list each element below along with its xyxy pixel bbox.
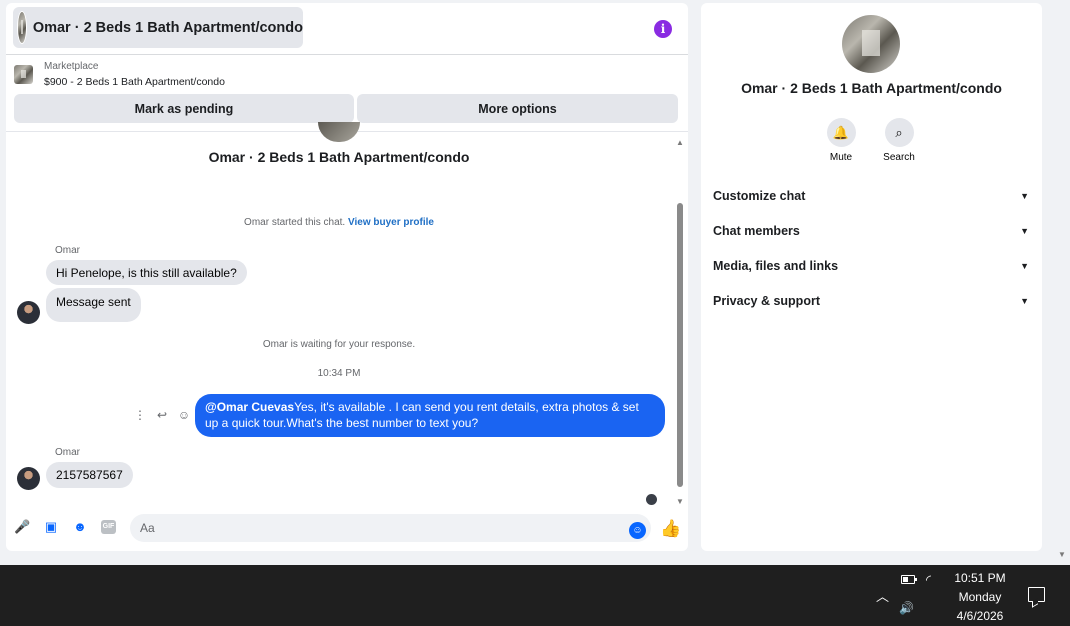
listing-source: Marketplace xyxy=(44,61,99,72)
chevron-down-icon: ▼ xyxy=(1020,226,1029,236)
gif-icon[interactable]: GIF xyxy=(101,520,116,534)
clock-time: 10:51 PM xyxy=(954,571,1006,585)
page-scroll-down-icon[interactable]: ▼ xyxy=(1057,550,1067,560)
section-label: Customize chat xyxy=(713,189,806,203)
scroll-down-icon[interactable]: ▼ xyxy=(675,498,685,506)
clock-day: Monday xyxy=(958,590,1002,604)
scrollbar-thumb[interactable] xyxy=(677,203,683,487)
reply-icon[interactable]: ↩ xyxy=(154,408,170,422)
more-options-button[interactable]: More options xyxy=(357,94,678,123)
thumbs-up-icon[interactable]: 👍 xyxy=(660,519,681,539)
info-panel-title: Omar · 2 Beds 1 Bath Apartment/condo xyxy=(741,80,1002,96)
sender-name: Omar xyxy=(55,245,80,256)
section-media-files-links[interactable]: Media, files and links ▼ xyxy=(713,255,1031,277)
chat-title: Omar · 2 Beds 1 Bath Apartment/condo xyxy=(32,19,303,36)
search-button[interactable]: ⌕ Search xyxy=(869,118,929,163)
section-customize-chat[interactable]: Customize chat ▼ xyxy=(713,185,1031,207)
read-receipt-avatar xyxy=(646,494,657,505)
volume-icon[interactable]: 🔊 xyxy=(899,601,914,615)
chevron-down-icon: ▼ xyxy=(1020,261,1029,271)
chevron-up-icon[interactable]: ︿ xyxy=(876,586,889,605)
chat-started-notice: Omar started this chat. View buyer profi… xyxy=(6,217,672,228)
system-clock[interactable]: 10:51 PM Monday 4/6/2026 xyxy=(945,569,1015,626)
react-icon[interactable]: ☺ xyxy=(176,408,192,422)
search-icon: ⌕ xyxy=(884,118,914,147)
search-label: Search xyxy=(883,152,915,163)
section-chat-members[interactable]: Chat members ▼ xyxy=(713,220,1031,242)
scroll-up-icon[interactable]: ▲ xyxy=(675,139,685,147)
listing-thumbnail[interactable] xyxy=(14,65,33,84)
chat-info-panel: Omar · 2 Beds 1 Bath Apartment/condo 🔔 M… xyxy=(701,3,1042,551)
sender-avatar[interactable] xyxy=(17,301,40,324)
section-label: Media, files and links xyxy=(713,259,839,273)
taskbar: ︿ ◜ 🔊 10:51 PM Monday 4/6/2026 xyxy=(0,565,1070,626)
message-actions: ⋮ ↩ ☺ xyxy=(132,407,192,423)
chat-panel: Omar · 2 Beds 1 Bath Apartment/condo i M… xyxy=(6,3,688,551)
chat-title-button[interactable]: Omar · 2 Beds 1 Bath Apartment/condo xyxy=(13,7,303,48)
mark-as-pending-button[interactable]: Mark as pending xyxy=(14,94,354,123)
composer: 🎤 ▣ ☻ GIF ☺ 👍 xyxy=(6,506,688,551)
listing-avatar-large[interactable] xyxy=(842,15,900,73)
battery-icon[interactable] xyxy=(901,575,917,584)
listing-avatar xyxy=(17,11,27,44)
waiting-notice: Omar is waiting for your response. xyxy=(262,339,416,350)
info-icon[interactable]: i xyxy=(654,20,672,38)
listing-price-title[interactable]: $900 - 2 Beds 1 Bath Apartment/condo xyxy=(44,76,225,88)
notification-icon[interactable] xyxy=(1028,587,1045,602)
mute-button[interactable]: 🔔 Mute xyxy=(811,118,871,163)
conversation-title: Omar · 2 Beds 1 Bath Apartment/condo xyxy=(208,149,470,165)
chat-started-text: Omar started this chat. xyxy=(244,217,346,228)
photo-icon[interactable]: ▣ xyxy=(43,519,59,535)
mention-tag[interactable]: @Omar Cuevas xyxy=(205,400,294,414)
incoming-message[interactable]: Message sent xyxy=(46,288,141,322)
conversation-avatar xyxy=(318,122,360,142)
more-vertical-icon[interactable]: ⋮ xyxy=(132,408,148,422)
bell-icon: 🔔 xyxy=(826,118,856,147)
sender-name: Omar xyxy=(55,447,80,458)
chevron-down-icon: ▼ xyxy=(1020,191,1029,201)
section-privacy-support[interactable]: Privacy & support ▼ xyxy=(713,290,1031,312)
chat-header: Omar · 2 Beds 1 Bath Apartment/condo i xyxy=(6,3,688,55)
message-input[interactable] xyxy=(130,514,651,542)
time-separator: 10:34 PM xyxy=(317,368,361,379)
incoming-message[interactable]: Hi Penelope, is this still available? xyxy=(46,260,247,285)
emoji-icon[interactable]: ☺ xyxy=(629,522,646,539)
incoming-message[interactable]: 2157587567 xyxy=(46,462,133,488)
message-scrollbar[interactable]: ▲ ▼ xyxy=(674,136,686,506)
section-label: Chat members xyxy=(713,224,800,238)
mute-label: Mute xyxy=(829,152,853,163)
outgoing-message[interactable]: @Omar CuevasYes, it's available . I can … xyxy=(195,394,665,437)
microphone-icon[interactable]: 🎤 xyxy=(14,519,30,535)
listing-banner: Marketplace $900 - 2 Beds 1 Bath Apartme… xyxy=(6,56,688,130)
sticker-icon[interactable]: ☻ xyxy=(72,519,88,535)
chevron-down-icon: ▼ xyxy=(1020,296,1029,306)
message-list: Omar · 2 Beds 1 Bath Apartment/condo Oma… xyxy=(6,122,688,505)
view-buyer-profile-link[interactable]: View buyer profile xyxy=(348,217,434,228)
clock-date: 4/6/2026 xyxy=(956,609,1004,623)
wifi-icon[interactable]: ◜ xyxy=(926,572,931,588)
section-label: Privacy & support xyxy=(713,294,820,308)
sender-avatar[interactable] xyxy=(17,467,40,490)
